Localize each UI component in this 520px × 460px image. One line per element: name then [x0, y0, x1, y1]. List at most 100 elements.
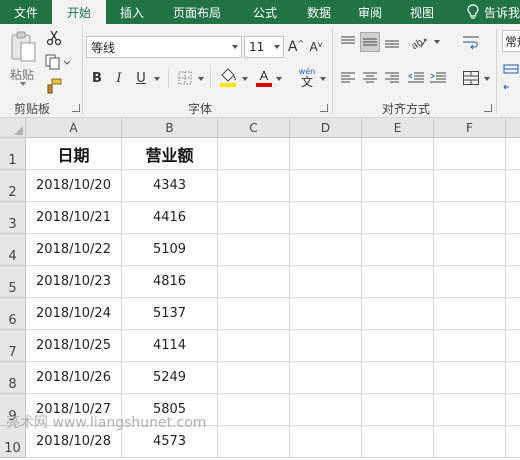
- cell-c2[interactable]: [218, 170, 290, 202]
- cell-f2[interactable]: [434, 170, 506, 202]
- cell-e8[interactable]: [362, 362, 434, 394]
- cell-g7[interactable]: [506, 330, 520, 362]
- fill-color-icon[interactable]: [218, 66, 238, 88]
- cell-c5[interactable]: [218, 266, 290, 298]
- format-painter-icon[interactable]: [44, 76, 64, 96]
- row-header[interactable]: 7: [0, 330, 26, 362]
- borders-icon[interactable]: [176, 68, 194, 88]
- cell-f1[interactable]: [434, 138, 506, 170]
- orientation-icon[interactable]: ab: [408, 32, 432, 52]
- underline-dropdown-icon[interactable]: [154, 77, 160, 81]
- tab-file[interactable]: 文件: [0, 0, 52, 24]
- merge-dropdown-icon[interactable]: [484, 77, 490, 81]
- cell-c10[interactable]: [218, 426, 290, 458]
- cell-e4[interactable]: [362, 234, 434, 266]
- increase-indent-icon[interactable]: [428, 68, 448, 88]
- row-header[interactable]: 2: [0, 170, 26, 202]
- align-left-icon[interactable]: [338, 68, 358, 88]
- tell-me-search[interactable]: 告诉我: [466, 0, 520, 24]
- phonetic-guide-icon[interactable]: wén 文: [296, 66, 318, 90]
- cell-g2[interactable]: [506, 170, 520, 202]
- increase-font-size-icon[interactable]: A ^: [288, 36, 304, 58]
- column-header-e[interactable]: E: [362, 118, 434, 138]
- wrap-text-icon[interactable]: [460, 32, 482, 52]
- increase-decimal-icon[interactable]: [502, 80, 520, 94]
- cell-g4[interactable]: [506, 234, 520, 266]
- cell-b7[interactable]: 4114: [122, 330, 218, 362]
- cell-a1[interactable]: 日期: [26, 138, 122, 170]
- tab-data[interactable]: 数据: [294, 0, 344, 24]
- cell-g3[interactable]: [506, 202, 520, 234]
- cell-b10[interactable]: 4573: [122, 426, 218, 458]
- row-header[interactable]: 3: [0, 202, 26, 234]
- column-header-c[interactable]: C: [218, 118, 290, 138]
- tab-view[interactable]: 视图: [396, 0, 448, 24]
- font-color-dropdown-icon[interactable]: [276, 77, 282, 81]
- cell-d8[interactable]: [290, 362, 362, 394]
- cell-b3[interactable]: 4416: [122, 202, 218, 234]
- row-header[interactable]: 8: [0, 362, 26, 394]
- font-size-select[interactable]: 11: [244, 36, 284, 58]
- cell-e10[interactable]: [362, 426, 434, 458]
- column-header-f[interactable]: F: [434, 118, 506, 138]
- tab-review[interactable]: 审阅: [344, 0, 396, 24]
- cell-c3[interactable]: [218, 202, 290, 234]
- cell-b2[interactable]: 4343: [122, 170, 218, 202]
- cell-c4[interactable]: [218, 234, 290, 266]
- cell-d5[interactable]: [290, 266, 362, 298]
- font-name-select[interactable]: 等线: [86, 36, 242, 58]
- align-center-icon[interactable]: [360, 68, 380, 88]
- cell-f3[interactable]: [434, 202, 506, 234]
- cell-g9[interactable]: [506, 394, 520, 426]
- cell-a4[interactable]: 2018/10/22: [26, 234, 122, 266]
- cell-e7[interactable]: [362, 330, 434, 362]
- cell-a2[interactable]: 2018/10/20: [26, 170, 122, 202]
- bold-button[interactable]: B: [88, 68, 106, 88]
- tab-insert[interactable]: 插入: [106, 0, 158, 24]
- cell-f4[interactable]: [434, 234, 506, 266]
- cell-c1[interactable]: [218, 138, 290, 170]
- cell-e1[interactable]: [362, 138, 434, 170]
- italic-button[interactable]: I: [110, 68, 128, 88]
- cell-a6[interactable]: 2018/10/24: [26, 298, 122, 330]
- clipboard-launcher-icon[interactable]: [72, 104, 80, 112]
- tab-home[interactable]: 开始: [52, 0, 106, 24]
- borders-dropdown-icon[interactable]: [198, 77, 204, 81]
- paste-dropdown-icon[interactable]: [20, 82, 26, 86]
- cell-f9[interactable]: [434, 394, 506, 426]
- cell-d1[interactable]: [290, 138, 362, 170]
- cell-a7[interactable]: 2018/10/25: [26, 330, 122, 362]
- number-format-select[interactable]: 常规: [502, 30, 520, 52]
- paste-label[interactable]: 粘贴: [10, 66, 34, 83]
- cell-a9[interactable]: 2018/10/27: [26, 394, 122, 426]
- cell-f6[interactable]: [434, 298, 506, 330]
- cell-d4[interactable]: [290, 234, 362, 266]
- bottom-align-icon[interactable]: [382, 32, 402, 52]
- column-header-g[interactable]: [506, 118, 520, 138]
- cell-d9[interactable]: [290, 394, 362, 426]
- cell-g10[interactable]: [506, 426, 520, 458]
- top-align-icon[interactable]: [338, 32, 358, 52]
- font-launcher-icon[interactable]: [320, 104, 328, 112]
- phonetic-dropdown-icon[interactable]: [320, 77, 326, 81]
- cell-b8[interactable]: 5249: [122, 362, 218, 394]
- cell-a5[interactable]: 2018/10/23: [26, 266, 122, 298]
- font-color-icon[interactable]: A: [254, 66, 274, 88]
- merge-center-icon[interactable]: [460, 68, 482, 88]
- cell-f5[interactable]: [434, 266, 506, 298]
- cell-g1[interactable]: [506, 138, 520, 170]
- fill-color-dropdown-icon[interactable]: [242, 77, 248, 81]
- row-header[interactable]: 5: [0, 266, 26, 298]
- column-header-a[interactable]: A: [26, 118, 122, 138]
- cell-e3[interactable]: [362, 202, 434, 234]
- row-header[interactable]: 6: [0, 298, 26, 330]
- cell-c6[interactable]: [218, 298, 290, 330]
- cell-g8[interactable]: [506, 362, 520, 394]
- column-header-d[interactable]: D: [290, 118, 362, 138]
- row-header[interactable]: 4: [0, 234, 26, 266]
- cell-b1[interactable]: 营业额: [122, 138, 218, 170]
- cell-a8[interactable]: 2018/10/26: [26, 362, 122, 394]
- cell-b6[interactable]: 5137: [122, 298, 218, 330]
- cell-a10[interactable]: 2018/10/28: [26, 426, 122, 458]
- paste-icon[interactable]: [8, 30, 38, 64]
